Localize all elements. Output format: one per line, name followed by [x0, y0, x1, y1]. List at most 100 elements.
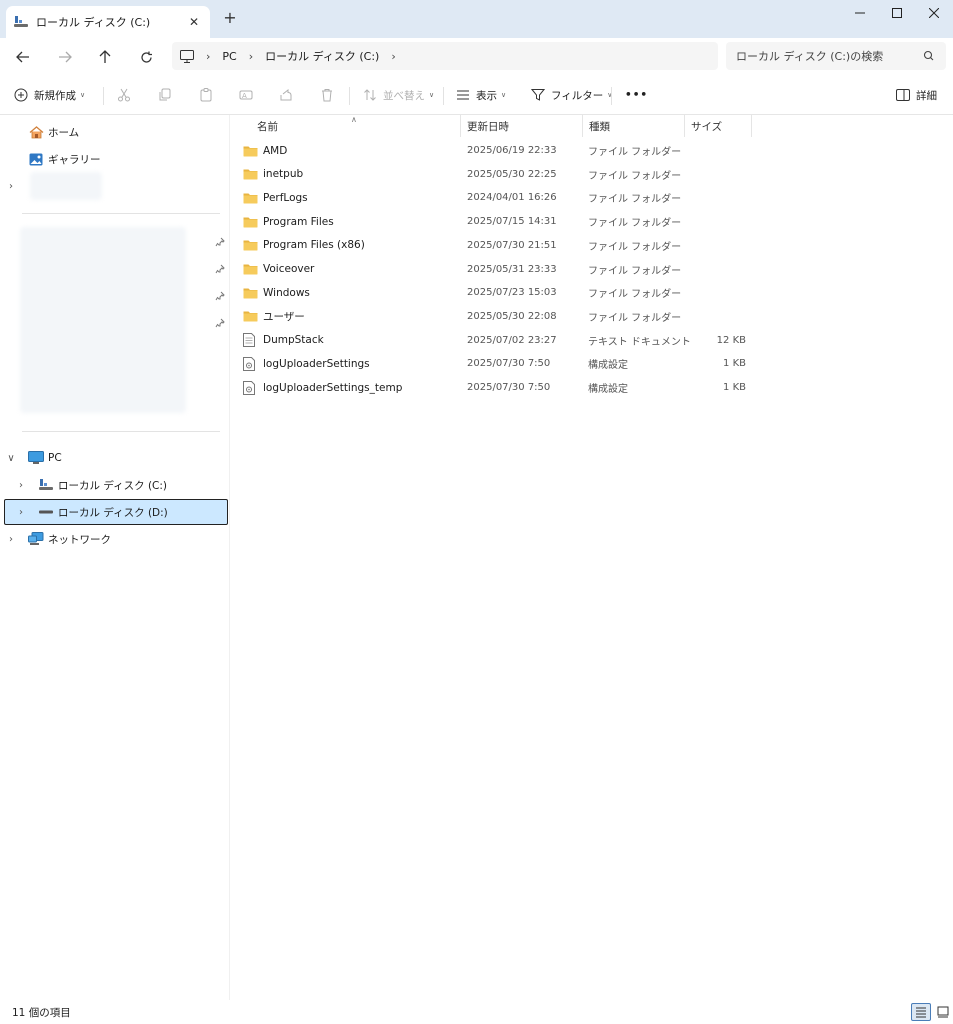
tab-close-icon[interactable]: ✕	[186, 14, 202, 30]
navigation-pane: ホーム ギャラリー › ∨ PC › ローカル ディスク (C:) › ローカル…	[0, 115, 230, 1000]
share-button[interactable]	[279, 83, 293, 107]
tiles-view-button[interactable]	[933, 1003, 953, 1021]
file-name: AMD	[263, 144, 288, 157]
copy-button[interactable]	[158, 83, 172, 107]
sidebar-item-network[interactable]: › ネットワーク	[4, 527, 228, 551]
chevron-right-icon[interactable]: ›	[391, 50, 395, 63]
filter-button[interactable]: フィルター ∨	[531, 83, 612, 107]
file-row[interactable]: logUploaderSettings 2025/07/30 7:50 構成設定 1 …	[241, 352, 761, 375]
file-name: Program Files	[263, 215, 334, 228]
tiles-view-icon	[937, 1006, 949, 1018]
new-tab-button[interactable]: +	[222, 10, 238, 26]
command-bar: 新規作成 ∨ A 並べ替え ∨ 表示 ∨ フィルター ∨ ••• 詳細	[0, 75, 953, 115]
status-bar: 11 個の項目	[0, 1000, 953, 1024]
chevron-right-icon[interactable]: ›	[14, 480, 28, 491]
file-type: ファイル フォルダー	[588, 170, 682, 182]
details-view-button[interactable]	[911, 1003, 931, 1021]
folder-icon	[243, 143, 259, 159]
column-header-type[interactable]: 種類	[589, 115, 610, 137]
column-header-date[interactable]: 更新日時	[467, 115, 509, 137]
forward-button[interactable]	[52, 44, 78, 70]
breadcrumb-pc[interactable]: PC	[222, 50, 236, 63]
chevron-right-icon[interactable]: ›	[4, 181, 18, 192]
details-view-icon	[916, 1007, 926, 1018]
file-name: logUploaderSettings_temp	[263, 381, 403, 394]
arrow-right-icon	[59, 51, 72, 63]
file-row[interactable]: PerfLogs 2024/04/01 16:26 ファイル フォルダー	[241, 186, 761, 209]
file-row[interactable]: AMD 2025/06/19 22:33 ファイル フォルダー	[241, 139, 761, 162]
pc-icon	[28, 450, 44, 466]
file-date: 2025/07/02 23:27	[467, 334, 557, 346]
view-button[interactable]: 表示 ∨	[456, 83, 506, 107]
file-date: 2025/06/19 22:33	[467, 145, 557, 156]
sidebar-item-local-disk-c[interactable]: › ローカル ディスク (C:)	[14, 473, 228, 497]
file-row[interactable]: Program Files 2025/07/15 14:31 ファイル フォルダー	[241, 210, 761, 233]
text-file-icon	[243, 332, 259, 348]
column-header-name[interactable]: 名前	[257, 115, 278, 137]
sidebar-item-onedrive[interactable]: ›	[4, 172, 228, 200]
column-divider[interactable]	[460, 115, 461, 137]
file-row[interactable]: Program Files (x86) 2025/07/30 21:51 ファイル …	[241, 234, 761, 257]
sidebar-item-home[interactable]: ホーム	[4, 120, 228, 144]
column-divider[interactable]	[582, 115, 583, 137]
search-input[interactable]: ローカル ディスク (C:)の検索	[726, 42, 946, 70]
delete-button[interactable]	[320, 83, 334, 107]
chevron-right-icon[interactable]: ›	[249, 50, 253, 63]
cut-button[interactable]	[117, 83, 131, 107]
rename-button[interactable]: A	[239, 83, 253, 107]
folder-icon	[243, 237, 259, 253]
gallery-icon	[28, 151, 44, 167]
more-options-button[interactable]: •••	[625, 83, 648, 107]
file-type: ファイル フォルダー	[588, 218, 682, 230]
folder-icon	[243, 190, 259, 206]
network-icon	[28, 531, 44, 547]
folder-icon	[243, 308, 259, 324]
breadcrumb-local-disk-c[interactable]: ローカル ディスク (C:)	[265, 48, 379, 64]
back-button[interactable]	[10, 44, 36, 70]
file-date: 2025/07/30 7:50	[467, 382, 551, 393]
chevron-right-icon[interactable]: ›	[4, 534, 18, 545]
file-row[interactable]: Windows 2025/07/23 15:03 ファイル フォルダー	[241, 281, 761, 304]
chevron-right-icon[interactable]: ›	[14, 507, 28, 518]
new-button[interactable]: 新規作成 ∨	[14, 83, 85, 107]
filter-icon	[531, 89, 545, 101]
file-row[interactable]: logUploaderSettings_temp 2025/07/30 7:50 構…	[241, 376, 761, 399]
column-header-size[interactable]: サイズ	[691, 115, 722, 137]
file-row[interactable]: inetpub 2025/05/30 22:25 ファイル フォルダー	[241, 163, 761, 186]
toolbar-divider	[443, 87, 444, 105]
sort-button[interactable]: 並べ替え ∨	[363, 83, 434, 107]
chevron-down-icon[interactable]: ∨	[4, 453, 18, 464]
details-pane-button[interactable]: 詳細	[896, 83, 937, 107]
file-name: inetpub	[263, 168, 304, 181]
computer-icon	[180, 49, 194, 63]
file-size: 1 KB	[723, 358, 746, 370]
refresh-button[interactable]	[133, 44, 159, 70]
column-divider[interactable]	[751, 115, 752, 137]
file-date: 2025/07/30 7:50	[467, 358, 551, 370]
file-row[interactable]: ユーザー 2025/05/30 22:08 ファイル フォルダー	[241, 305, 761, 328]
folder-icon	[243, 214, 259, 230]
file-size: 1 KB	[723, 382, 746, 393]
redacted-quick-access	[20, 227, 186, 413]
address-bar[interactable]: › PC › ローカル ディスク (C:) ›	[172, 42, 718, 70]
folder-icon	[243, 285, 259, 301]
toolbar-divider	[349, 87, 350, 105]
arrow-up-icon	[99, 50, 111, 63]
chevron-right-icon[interactable]: ›	[206, 50, 210, 63]
config-file-icon	[243, 380, 259, 396]
tab-local-disk-c[interactable]: ローカル ディスク (C:) ✕	[6, 6, 210, 38]
column-divider[interactable]	[684, 115, 685, 137]
up-button[interactable]	[92, 44, 118, 70]
sidebar-item-gallery[interactable]: ギャラリー	[4, 147, 228, 171]
maximize-button[interactable]	[877, 0, 917, 26]
config-file-icon	[243, 356, 259, 372]
sidebar-item-local-disk-d[interactable]: › ローカル ディスク (D:)	[4, 499, 228, 525]
file-row[interactable]: Voiceover 2025/05/31 23:33 ファイル フォルダー	[241, 258, 761, 281]
sidebar-item-pc[interactable]: ∨ PC	[4, 446, 228, 470]
file-row[interactable]: DumpStack 2025/07/02 23:27 テキスト ドキュメント 12 K…	[241, 329, 761, 352]
drive-icon	[38, 504, 54, 520]
close-button[interactable]	[914, 0, 953, 26]
minimize-button[interactable]	[840, 0, 880, 26]
paste-button[interactable]	[199, 83, 213, 107]
title-bar: ローカル ディスク (C:) ✕ +	[0, 0, 953, 38]
